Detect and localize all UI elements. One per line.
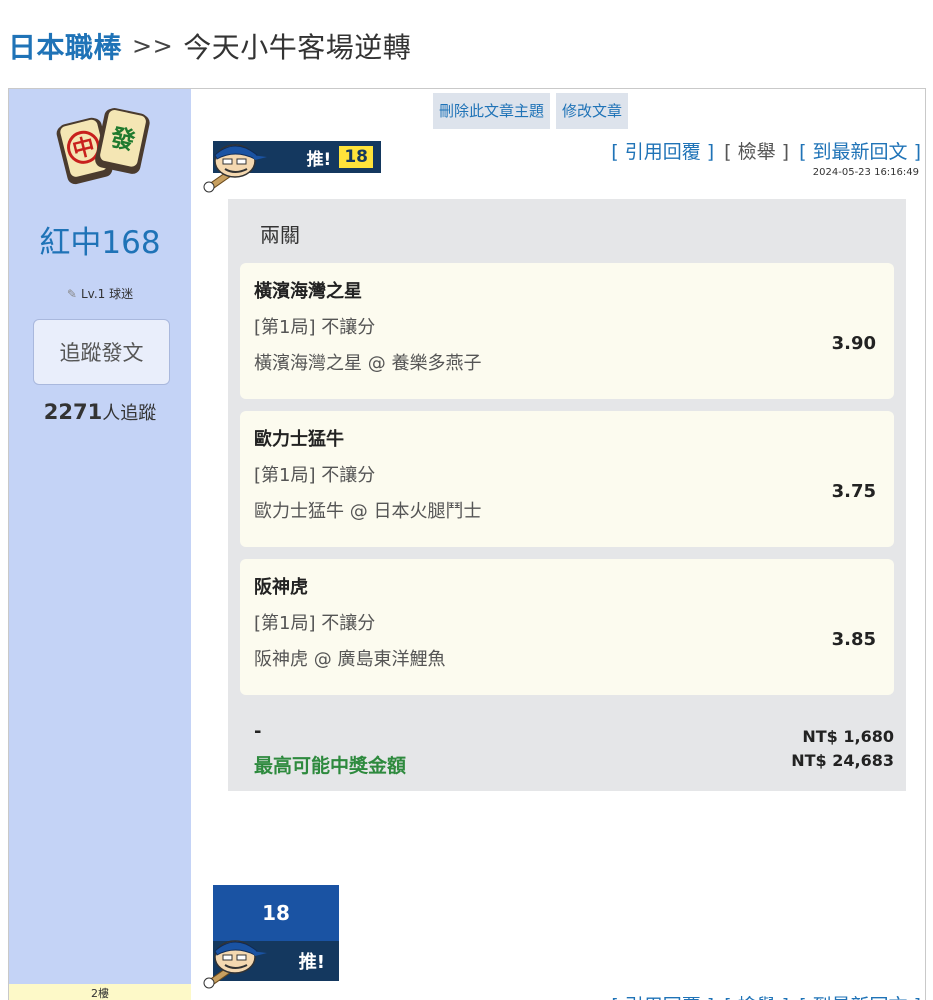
breadcrumb-separator: >> bbox=[132, 32, 174, 60]
bet-selection-card: 歐力士猛牛 [第1局] 不讓分 歐力士猛牛 @ 日本火腿鬥士 3.75 bbox=[240, 411, 894, 547]
post-actions: [ 引用回覆 ] [ 檢舉 ] [ 到最新回文 ] bbox=[611, 137, 921, 164]
baseball-mascot-icon bbox=[203, 144, 267, 193]
summary-dash: - bbox=[254, 721, 262, 742]
max-payout-label: 最高可能中獎金額 bbox=[254, 755, 407, 777]
mahjong-tiles-avatar[interactable]: 中 發 bbox=[53, 99, 153, 191]
latest-reply-link[interactable]: [ 到最新回文 ] bbox=[799, 137, 921, 164]
selection-team: 阪神虎 bbox=[254, 577, 308, 598]
selection-team: 歐力士猛牛 bbox=[254, 429, 344, 450]
next-post-actions: [ 引用回覆 ] [ 檢舉 ] [ 到最新回文 ] bbox=[611, 991, 921, 1000]
admin-toolbar: 刪除此文章主題 修改文章 bbox=[433, 93, 629, 129]
push-count: 18 bbox=[339, 146, 373, 168]
author-sidebar: 中 發 紅中168 ✎ Lv.1 球迷 追蹤發文 2271人追蹤 bbox=[9, 89, 191, 984]
topic-title: 今天小牛客場逆轉 bbox=[183, 31, 412, 64]
post-timestamp: 2024-05-23 16:16:49 bbox=[812, 167, 919, 178]
followers-number: 2271 bbox=[43, 400, 103, 424]
baseball-mascot-icon bbox=[203, 940, 267, 989]
author-level-text: Lv.1 球迷 bbox=[80, 287, 134, 301]
selection-match: 橫濱海灣之星 @ 養樂多燕子 bbox=[254, 353, 482, 374]
selection-odds: 3.90 bbox=[831, 333, 876, 354]
bet-selection-card: 阪神虎 [第1局] 不讓分 阪神虎 @ 廣島東洋鯉魚 3.85 bbox=[240, 559, 894, 695]
selection-match: 歐力士猛牛 @ 日本火腿鬥士 bbox=[254, 501, 482, 522]
selection-match: 阪神虎 @ 廣島東洋鯉魚 bbox=[254, 649, 446, 670]
selection-market: [第1局] 不讓分 bbox=[254, 317, 376, 338]
followers-count: 2271人追蹤 bbox=[9, 399, 191, 425]
selection-market: [第1局] 不讓分 bbox=[254, 613, 376, 634]
report-link[interactable]: [ 檢舉 ] bbox=[724, 991, 789, 1000]
push-label: 推! bbox=[306, 149, 332, 170]
latest-reply-link[interactable]: [ 到最新回文 ] bbox=[799, 991, 921, 1000]
selection-team: 橫濱海灣之星 bbox=[254, 281, 362, 302]
max-payout-amount: NT$ 24,683 bbox=[791, 751, 894, 770]
post-main: 刪除此文章主題 修改文章 推! 18 [ 引用回覆 ] [ 檢舉 ] [ 到最新… bbox=[191, 89, 927, 1000]
breadcrumb-category[interactable]: 日本職棒 bbox=[8, 26, 122, 66]
followers-suffix: 人追蹤 bbox=[102, 403, 157, 424]
bet-selection-card: 橫濱海灣之星 [第1局] 不讓分 橫濱海灣之星 @ 養樂多燕子 3.90 bbox=[240, 263, 894, 399]
report-link[interactable]: [ 檢舉 ] bbox=[724, 137, 789, 164]
delete-topic-button[interactable]: 刪除此文章主題 bbox=[433, 93, 551, 129]
quote-reply-link[interactable]: [ 引用回覆 ] bbox=[611, 991, 714, 1000]
quote-reply-link[interactable]: [ 引用回覆 ] bbox=[611, 137, 714, 164]
pencil-icon: ✎ bbox=[66, 287, 77, 301]
author-level: ✎ Lv.1 球迷 bbox=[9, 285, 191, 302]
stake-amount: NT$ 1,680 bbox=[802, 727, 894, 746]
selection-odds: 3.75 bbox=[831, 481, 876, 502]
next-post-floor: 2樓 bbox=[9, 984, 191, 1000]
push-badge[interactable]: 推! 18 bbox=[203, 139, 381, 193]
edit-post-button[interactable]: 修改文章 bbox=[556, 93, 629, 129]
bet-type: 兩關 bbox=[260, 223, 300, 247]
push-button[interactable]: 18 推! bbox=[203, 885, 339, 989]
selection-odds: 3.85 bbox=[831, 629, 876, 650]
parlay-bet-panel: 兩關 橫濱海灣之星 [第1局] 不讓分 橫濱海灣之星 @ 養樂多燕子 3.90 … bbox=[228, 199, 906, 791]
selection-market: [第1局] 不讓分 bbox=[254, 465, 376, 486]
follow-button[interactable]: 追蹤發文 bbox=[33, 319, 170, 385]
page-title: 日本職棒 >> 今天小牛客場逆轉 bbox=[8, 26, 411, 66]
post-frame: 中 發 紅中168 ✎ Lv.1 球迷 追蹤發文 2271人追蹤 2樓 刪除此文章… bbox=[8, 88, 926, 1000]
author-name[interactable]: 紅中168 bbox=[9, 217, 191, 262]
